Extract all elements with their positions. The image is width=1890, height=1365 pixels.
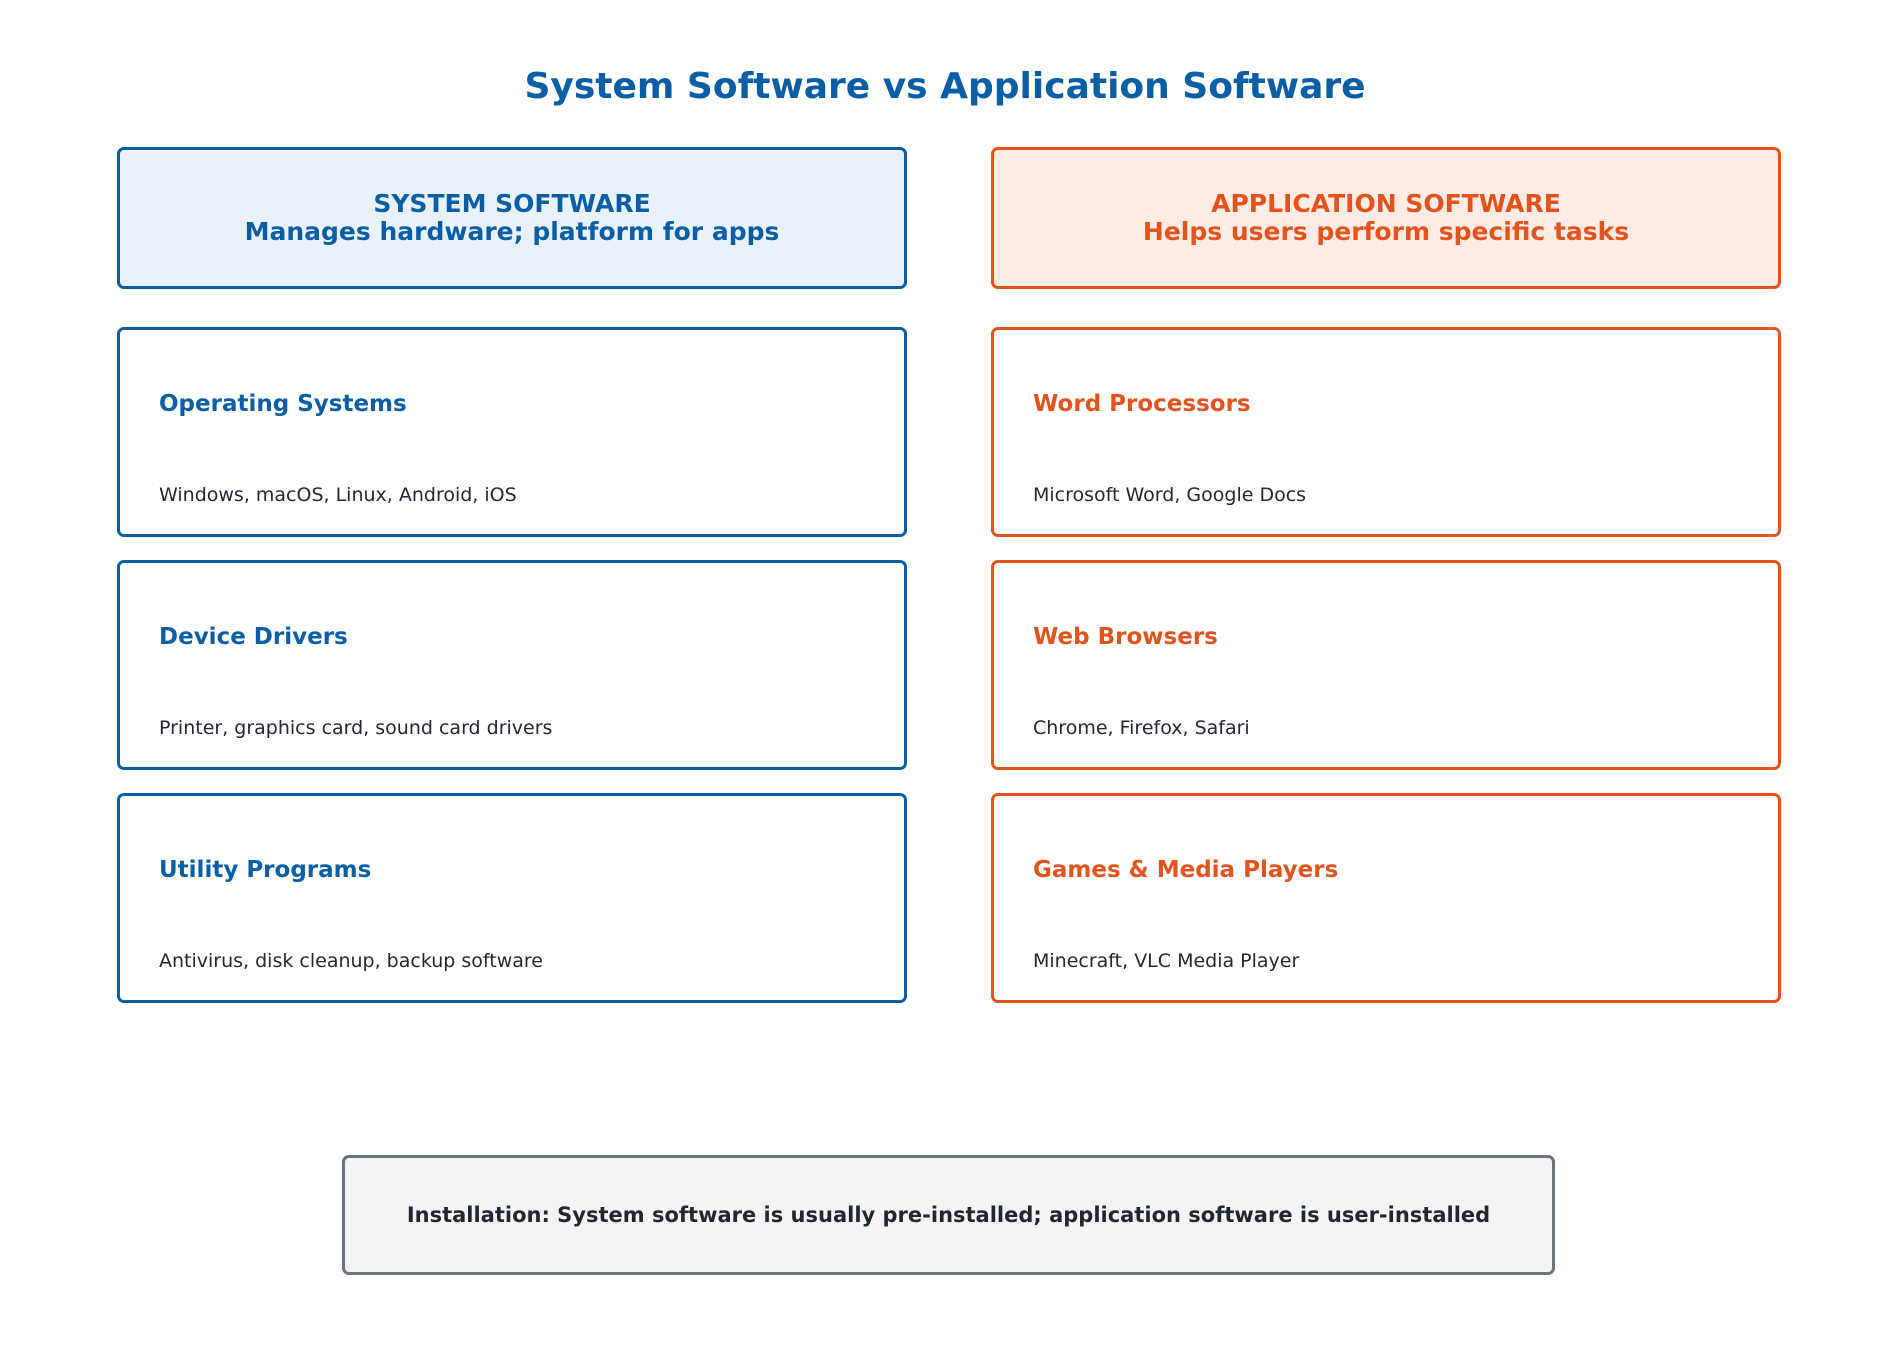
card-title: Web Browsers: [1033, 624, 1218, 650]
card-title: Device Drivers: [159, 624, 348, 650]
card-title: Word Processors: [1033, 391, 1251, 417]
system-card-operating-systems: Operating Systems Windows, macOS, Linux,…: [117, 327, 907, 537]
card-description: Printer, graphics card, sound card drive…: [159, 717, 553, 739]
card-description: Chrome, Firefox, Safari: [1033, 717, 1250, 739]
card-description: Windows, macOS, Linux, Android, iOS: [159, 484, 517, 506]
installation-note-text: Installation: System software is usually…: [406, 1203, 1491, 1227]
card-title: Operating Systems: [159, 391, 407, 417]
installation-note: Installation: System software is usually…: [342, 1155, 1555, 1275]
application-card-web-browsers: Web Browsers Chrome, Firefox, Safari: [991, 560, 1781, 770]
application-card-word-processors: Word Processors Microsoft Word, Google D…: [991, 327, 1781, 537]
system-card-device-drivers: Device Drivers Printer, graphics card, s…: [117, 560, 907, 770]
system-header-title: SYSTEM SOFTWARE: [373, 189, 651, 218]
application-header-subtitle: Helps users perform specific tasks: [1142, 217, 1630, 246]
card-title: Utility Programs: [159, 857, 372, 883]
application-software-header: APPLICATION SOFTWARE Helps users perform…: [991, 147, 1781, 289]
system-software-header: SYSTEM SOFTWARE Manages hardware; platfo…: [117, 147, 907, 289]
application-header-title: APPLICATION SOFTWARE: [1211, 189, 1561, 218]
card-description: Microsoft Word, Google Docs: [1033, 484, 1307, 506]
application-card-games-media: Games & Media Players Minecraft, VLC Med…: [991, 793, 1781, 1003]
system-header-subtitle: Manages hardware; platform for apps: [244, 217, 780, 246]
card-description: Antivirus, disk cleanup, backup software: [159, 950, 543, 972]
card-description: Minecraft, VLC Media Player: [1033, 950, 1300, 972]
card-title: Games & Media Players: [1033, 857, 1339, 883]
diagram-title: System Software vs Application Software: [524, 66, 1366, 107]
system-card-utility-programs: Utility Programs Antivirus, disk cleanup…: [117, 793, 907, 1003]
